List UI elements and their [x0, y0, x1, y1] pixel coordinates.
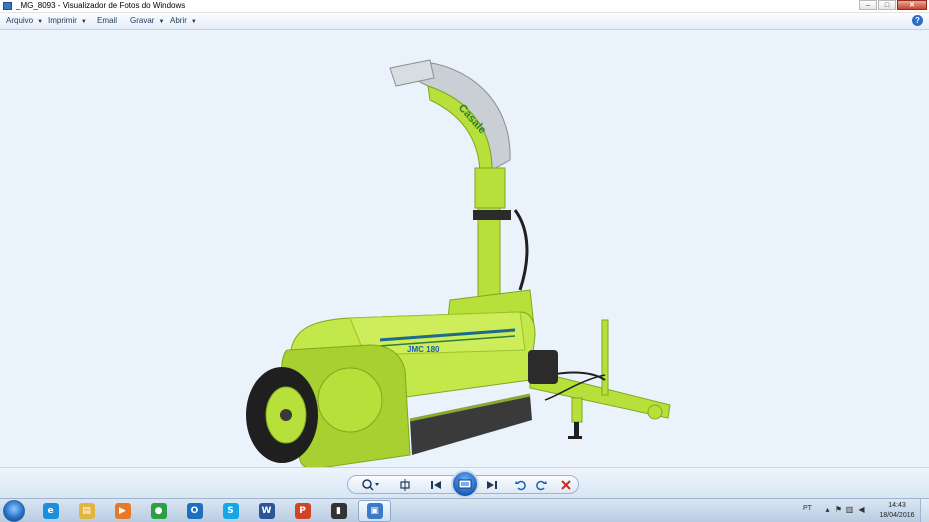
menu-gravar[interactable]: Gravar ▼ [130, 16, 164, 25]
help-icon[interactable]: ? [912, 15, 923, 26]
taskbar-internet-explorer[interactable]: e [34, 500, 67, 522]
menu-abrir-label: Abrir [170, 16, 187, 25]
window-controls: – □ ✕ [858, 0, 927, 11]
forage-harvester-photo: Casale JMC 180 [246, 59, 671, 470]
word-icon: W [258, 503, 275, 519]
window-title: _MG_8093 - Visualizador de Fotos do Wind… [16, 1, 186, 10]
minimize-button[interactable]: – [859, 0, 877, 10]
slideshow-button[interactable] [451, 470, 479, 498]
maximize-button[interactable]: □ [878, 0, 896, 10]
machine-model-text: JMC 180 [407, 345, 440, 354]
photo-viewport[interactable]: Casale JMC 180 [0, 30, 929, 470]
taskbar-phone-app[interactable]: ▮ [322, 500, 355, 522]
taskbar-chrome[interactable]: ● [142, 500, 175, 522]
powerpoint-icon: P [294, 503, 311, 519]
flag-icon[interactable]: ⚑ [834, 505, 843, 515]
taskbar-word[interactable]: W [250, 500, 283, 522]
close-button[interactable]: ✕ [897, 0, 927, 10]
taskbar-photo-viewer[interactable]: ▣ [358, 500, 391, 522]
actual-size-icon [400, 478, 410, 491]
title-bar: _MG_8093 - Visualizador de Fotos do Wind… [0, 0, 929, 13]
zoom-icon [362, 478, 379, 491]
chrome-icon: ● [150, 503, 167, 519]
photo-viewer-icon: ▣ [366, 503, 383, 519]
menu-imprimir-label: Imprimir [48, 16, 77, 25]
chevron-down-icon: ▼ [80, 19, 87, 25]
show-desktop-button[interactable] [920, 499, 929, 522]
taskbar-file-explorer[interactable]: ▤ [70, 500, 103, 522]
chevron-down-icon: ▼ [37, 19, 44, 25]
menu-arquivo-label: Arquivo [6, 16, 34, 25]
menu-imprimir[interactable]: Imprimir ▼ [48, 16, 87, 25]
delete-icon [561, 479, 571, 490]
delete-button[interactable] [556, 476, 576, 493]
internet-explorer-icon: e [42, 503, 59, 519]
zoom-button[interactable] [358, 476, 384, 493]
previous-button[interactable] [424, 476, 448, 493]
start-button[interactable] [3, 500, 25, 522]
menu-abrir[interactable]: Abrir ▼ [170, 16, 197, 25]
photo-controls-bar [0, 467, 929, 498]
phone-app-icon: ▮ [330, 503, 347, 519]
menu-bar: Arquivo ▼ Imprimir ▼ Email Gravar ▼ Abrir ▼ … [0, 13, 929, 30]
next-button[interactable] [480, 476, 504, 493]
network-icon[interactable]: ▥ [845, 505, 854, 515]
rotate-right-icon [536, 480, 547, 490]
taskbar-skype[interactable]: S [214, 500, 247, 522]
menu-email[interactable]: Email [97, 16, 117, 25]
next-icon [487, 480, 497, 489]
actual-size-button[interactable] [396, 476, 414, 493]
taskbar-media-player[interactable]: ▶ [106, 500, 139, 522]
rotate-left-button[interactable] [512, 476, 530, 493]
taskbar-powerpoint[interactable]: P [286, 500, 319, 522]
skype-icon: S [222, 503, 239, 519]
slideshow-icon [458, 479, 472, 489]
photo-viewer-app-icon [3, 2, 12, 10]
menu-gravar-label: Gravar [130, 16, 155, 25]
language-indicator[interactable]: PT [803, 505, 812, 512]
rotate-left-icon [515, 480, 526, 490]
clock-time: 14:43 [888, 502, 906, 509]
chevron-down-icon: ▼ [190, 19, 197, 25]
menu-email-label: Email [97, 16, 118, 25]
rotate-right-button[interactable] [532, 476, 550, 493]
chevron-up-icon[interactable]: ▴ [823, 505, 832, 515]
menu-arquivo[interactable]: Arquivo ▼ [6, 16, 43, 25]
clock[interactable]: 14:43 18/04/2016 [877, 501, 917, 521]
chevron-down-icon: ▼ [158, 19, 165, 25]
file-explorer-icon: ▤ [78, 503, 95, 519]
taskbar-outlook[interactable]: O [178, 500, 211, 522]
clock-date: 18/04/2016 [879, 512, 915, 519]
outlook-icon: O [186, 503, 203, 519]
taskbar: e ▤ ▶ ● O S W P ▮ ▣ PT ▴ ⚑ ▥ ◀ 14:43 18/04/2016 [0, 498, 929, 522]
volume-icon[interactable]: ◀ [857, 505, 866, 515]
media-player-icon: ▶ [114, 503, 131, 519]
previous-icon [431, 480, 441, 489]
